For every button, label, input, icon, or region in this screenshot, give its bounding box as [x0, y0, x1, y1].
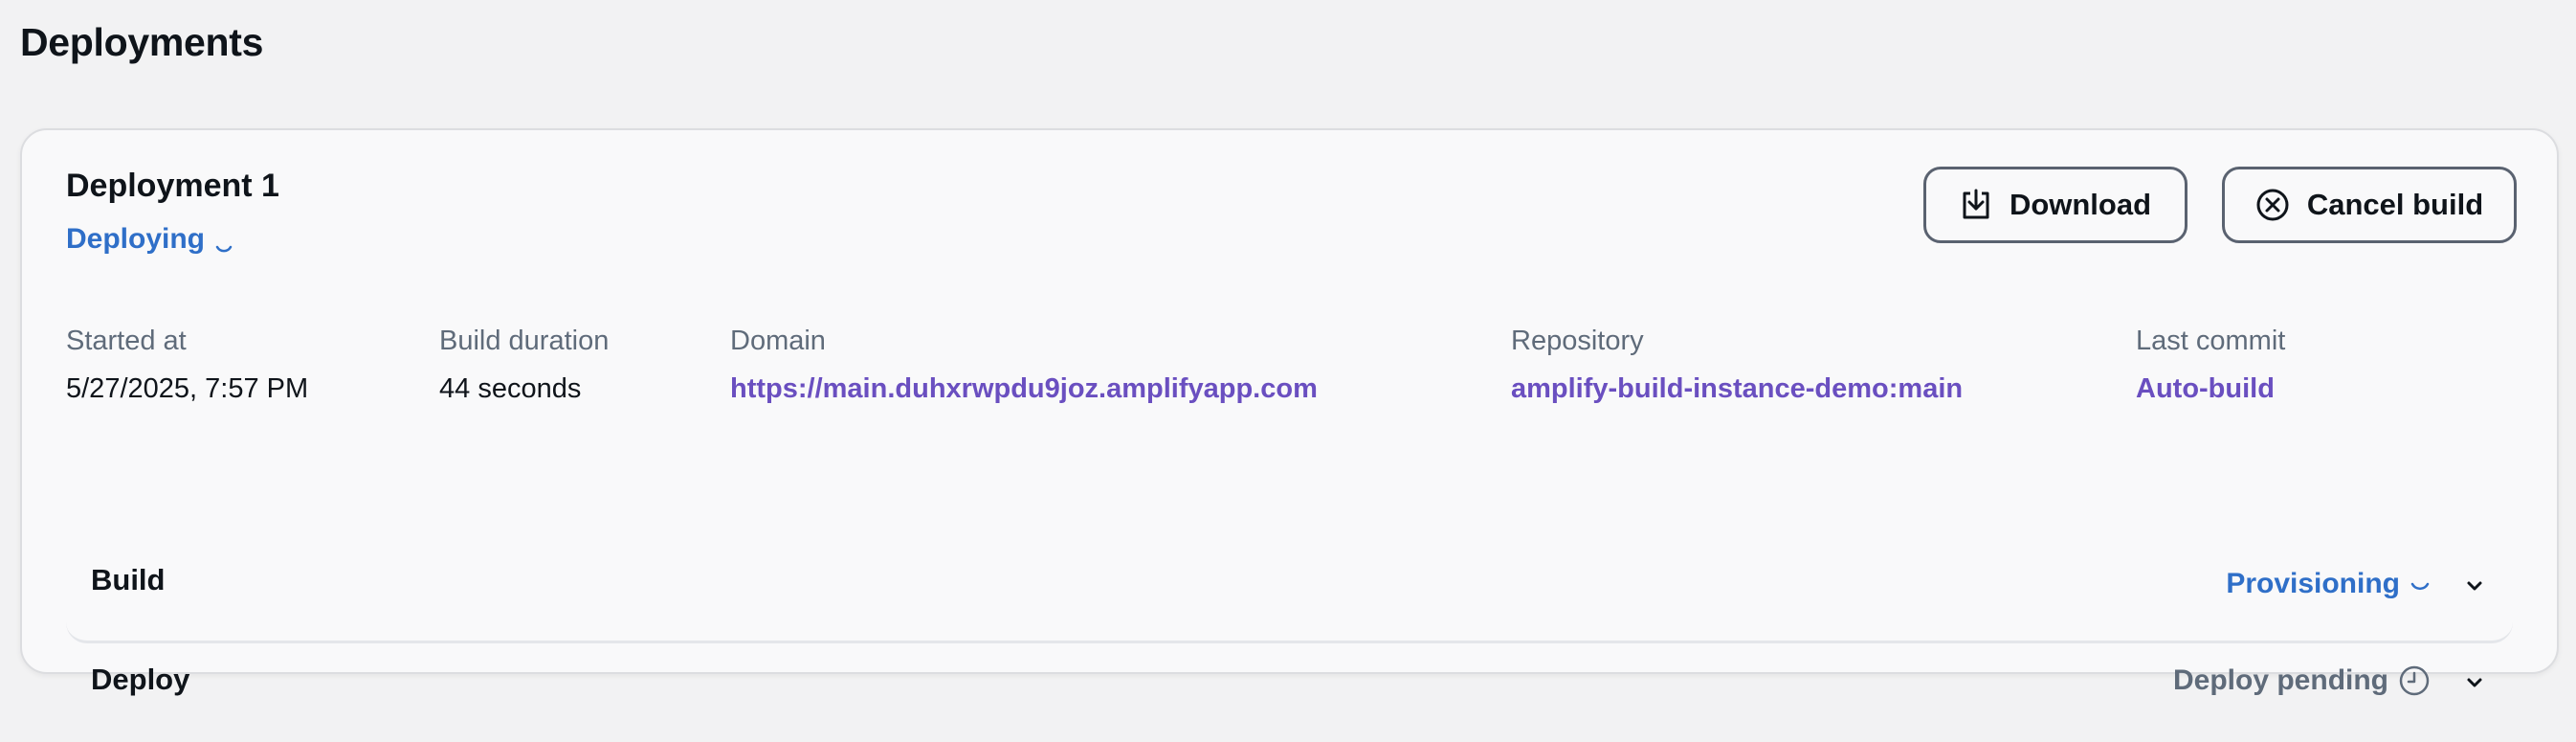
download-icon — [1963, 189, 1989, 219]
download-label: Download — [2009, 188, 2152, 221]
deploy-status-label: Deploy pending — [2173, 664, 2388, 696]
domain-link[interactable]: https://main.duhxrwpdu9joz.amplifyapp.co… — [730, 370, 1318, 408]
spinner-icon — [214, 233, 233, 253]
deployment-status: Deploying — [66, 220, 233, 259]
domain-label: Domain — [730, 326, 826, 356]
deploy-section-title: Deploy — [91, 663, 190, 696]
started-at: Started at 5/27/2025, 7:57 PM — [66, 322, 308, 408]
deployment-card: Deployment 1 Deploying Download Cancel b… — [20, 128, 2559, 696]
build-status-label: Provisioning — [2226, 568, 2400, 599]
build-section[interactable]: Build Provisioning — [66, 551, 2513, 643]
repository-label: Repository — [1511, 326, 1644, 356]
deploy-status: Deploy pending — [2173, 662, 2431, 700]
build-duration-label: Build duration — [439, 326, 610, 356]
deploy-section[interactable]: Deploy Deploy pending — [66, 650, 2513, 742]
cancel-build-label: Cancel build — [2306, 188, 2484, 221]
started-at-value: 5/27/2025, 7:57 PM — [66, 373, 309, 404]
started-at-label: Started at — [66, 326, 187, 356]
repository: Repository amplify-build-instance-demo:m… — [1511, 322, 1963, 408]
clock-icon — [2399, 665, 2430, 696]
deployment-status-label: Deploying — [66, 223, 206, 255]
last-commit-link[interactable]: Auto-build — [2136, 370, 2275, 408]
chevron-down-icon[interactable] — [2465, 576, 2484, 596]
domain: Domain https://main.duhxrwpdu9joz.amplif… — [730, 322, 1318, 408]
last-commit: Last commit Auto-build — [2136, 322, 2285, 408]
build-status: Provisioning — [2226, 565, 2431, 603]
repository-link[interactable]: amplify-build-instance-demo:main — [1511, 370, 1963, 408]
page-title: Deployments — [20, 20, 264, 64]
spinner-icon — [2410, 582, 2430, 591]
last-commit-label: Last commit — [2136, 326, 2286, 356]
build-section-title: Build — [91, 563, 166, 596]
cancel-build-button[interactable]: Cancel build — [2222, 167, 2517, 243]
build-duration-value: 44 seconds — [439, 373, 582, 404]
download-button[interactable]: Download — [1923, 167, 2187, 243]
chevron-down-icon[interactable] — [2465, 673, 2484, 692]
cancel-circle-icon — [2256, 189, 2289, 221]
deployment-title: Deployment 1 — [66, 168, 279, 204]
build-duration: Build duration 44 seconds — [439, 322, 609, 408]
